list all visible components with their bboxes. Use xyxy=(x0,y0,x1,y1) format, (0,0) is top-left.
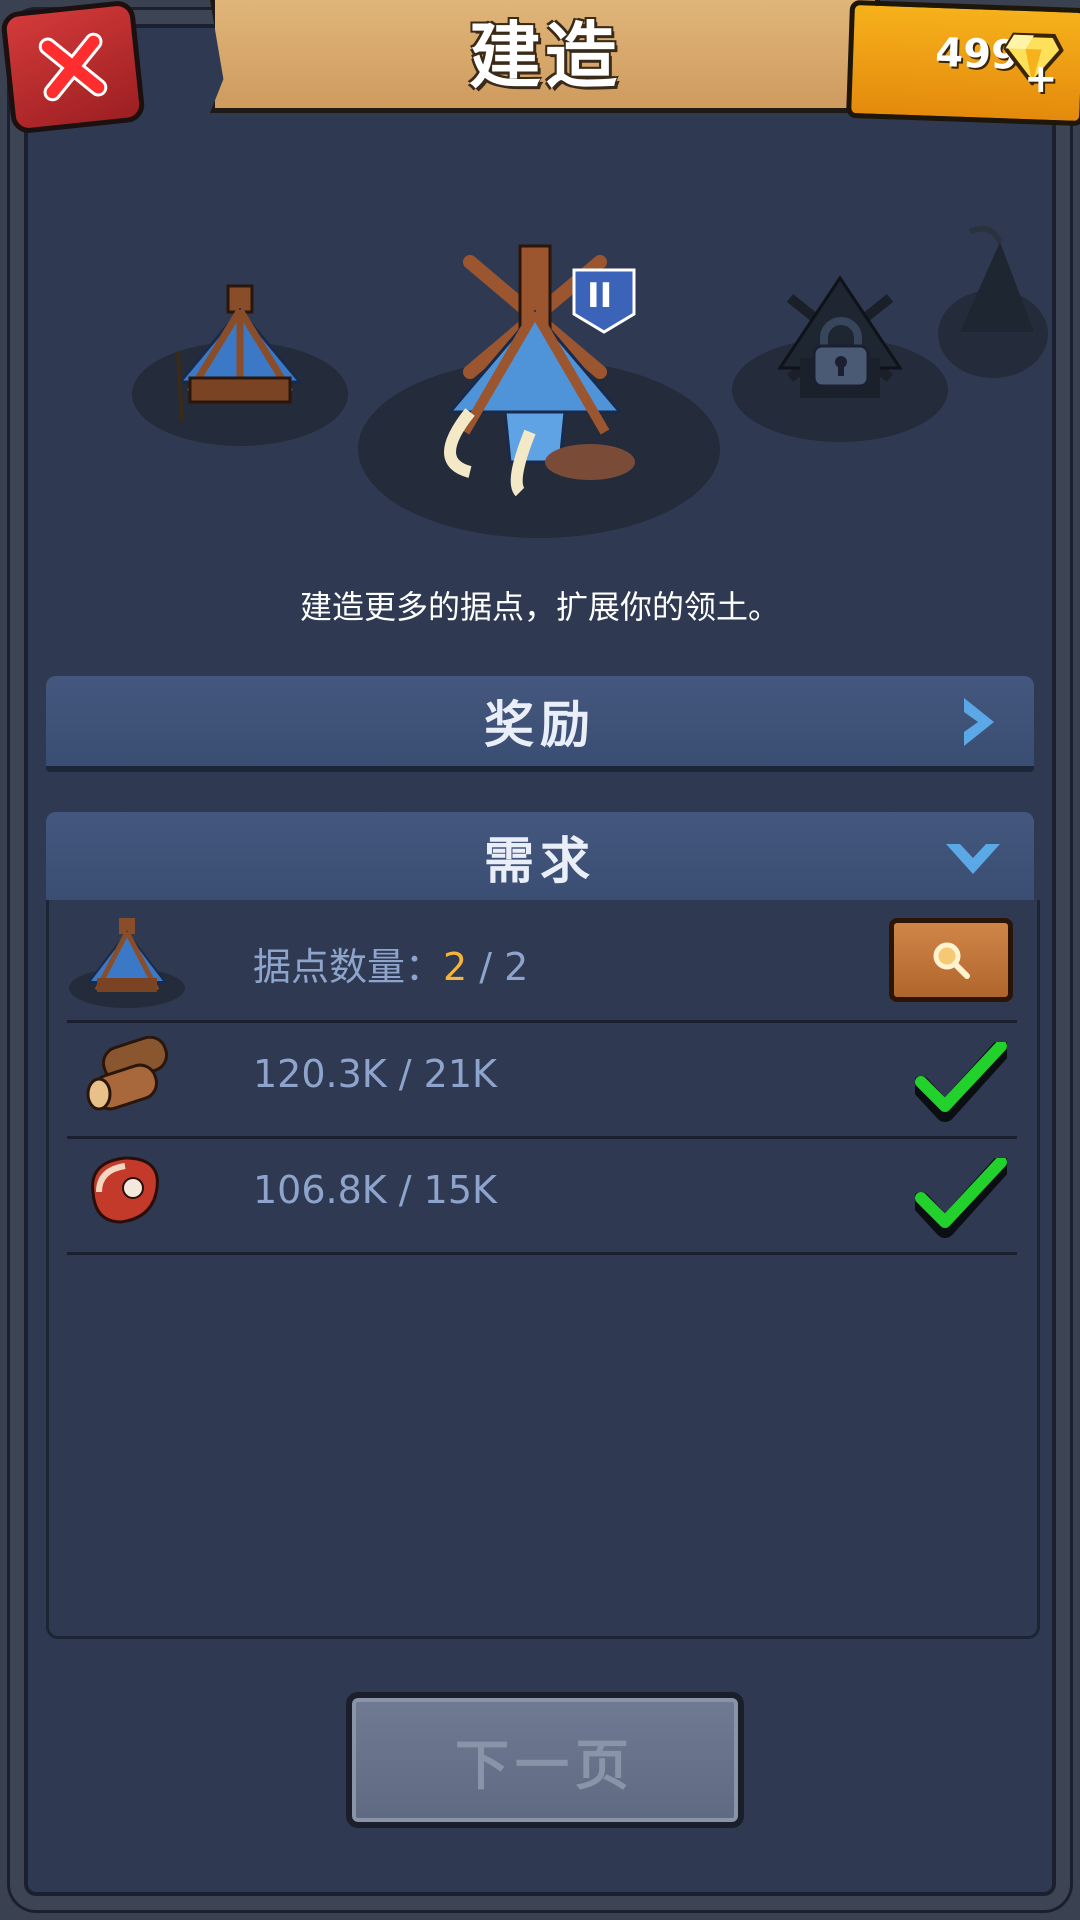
locked-building-partial[interactable] xyxy=(960,222,1034,362)
page-title: 建造 xyxy=(468,13,621,98)
outpost-level1-building[interactable] xyxy=(160,282,320,432)
next-page-button[interactable]: 下一页 xyxy=(346,1692,744,1828)
wood-amount: 120.3K / 21K xyxy=(253,1052,497,1096)
locate-outpost-button[interactable] xyxy=(889,918,1013,1002)
requirement-row-meat: 106.8K / 15K xyxy=(67,1138,1017,1255)
outpost-count-sep: / xyxy=(467,945,505,989)
level-badge: II xyxy=(587,276,613,316)
rewards-section-header[interactable]: 奖励 xyxy=(46,676,1034,772)
outpost-icon xyxy=(69,918,185,1008)
close-button[interactable] xyxy=(0,0,147,135)
checkmark-icon xyxy=(915,1042,1007,1122)
rewards-label: 奖励 xyxy=(484,696,596,754)
magnifier-icon xyxy=(933,942,970,979)
outpost-count-text: 据点数量：2 / 2 xyxy=(253,936,528,991)
requirement-row-outposts: 据点数量：2 / 2 xyxy=(67,906,1017,1023)
outpost-count-label: 据点数量： xyxy=(253,945,444,989)
wood-log-icon xyxy=(86,1036,169,1111)
meat-amount: 106.8K / 15K xyxy=(253,1168,497,1212)
requirements-label: 需求 xyxy=(484,832,596,890)
outpost-count-required: 2 xyxy=(504,945,529,989)
next-page-label: 下一页 xyxy=(455,1733,635,1797)
checkmark-icon xyxy=(915,1158,1007,1238)
chevron-down-icon xyxy=(946,844,1000,874)
requirement-row-wood: 120.3K / 21K xyxy=(67,1022,1017,1139)
description-text: 建造更多的据点，扩展你的领土。 xyxy=(299,588,780,626)
requirements-section-header[interactable]: 需求 xyxy=(46,812,1034,908)
add-gems-icon[interactable]: + xyxy=(1024,56,1058,102)
requirements-panel: 据点数量：2 / 2 120.3K / 21K 106.8K / 15K xyxy=(46,900,1040,1639)
padlock-icon xyxy=(812,317,870,388)
meat-steak-icon xyxy=(91,1156,159,1224)
close-x-icon xyxy=(38,32,108,102)
chevron-right-icon xyxy=(964,698,994,746)
outpost-count-current: 2 xyxy=(443,945,468,989)
title-banner: 建造 xyxy=(210,0,880,113)
